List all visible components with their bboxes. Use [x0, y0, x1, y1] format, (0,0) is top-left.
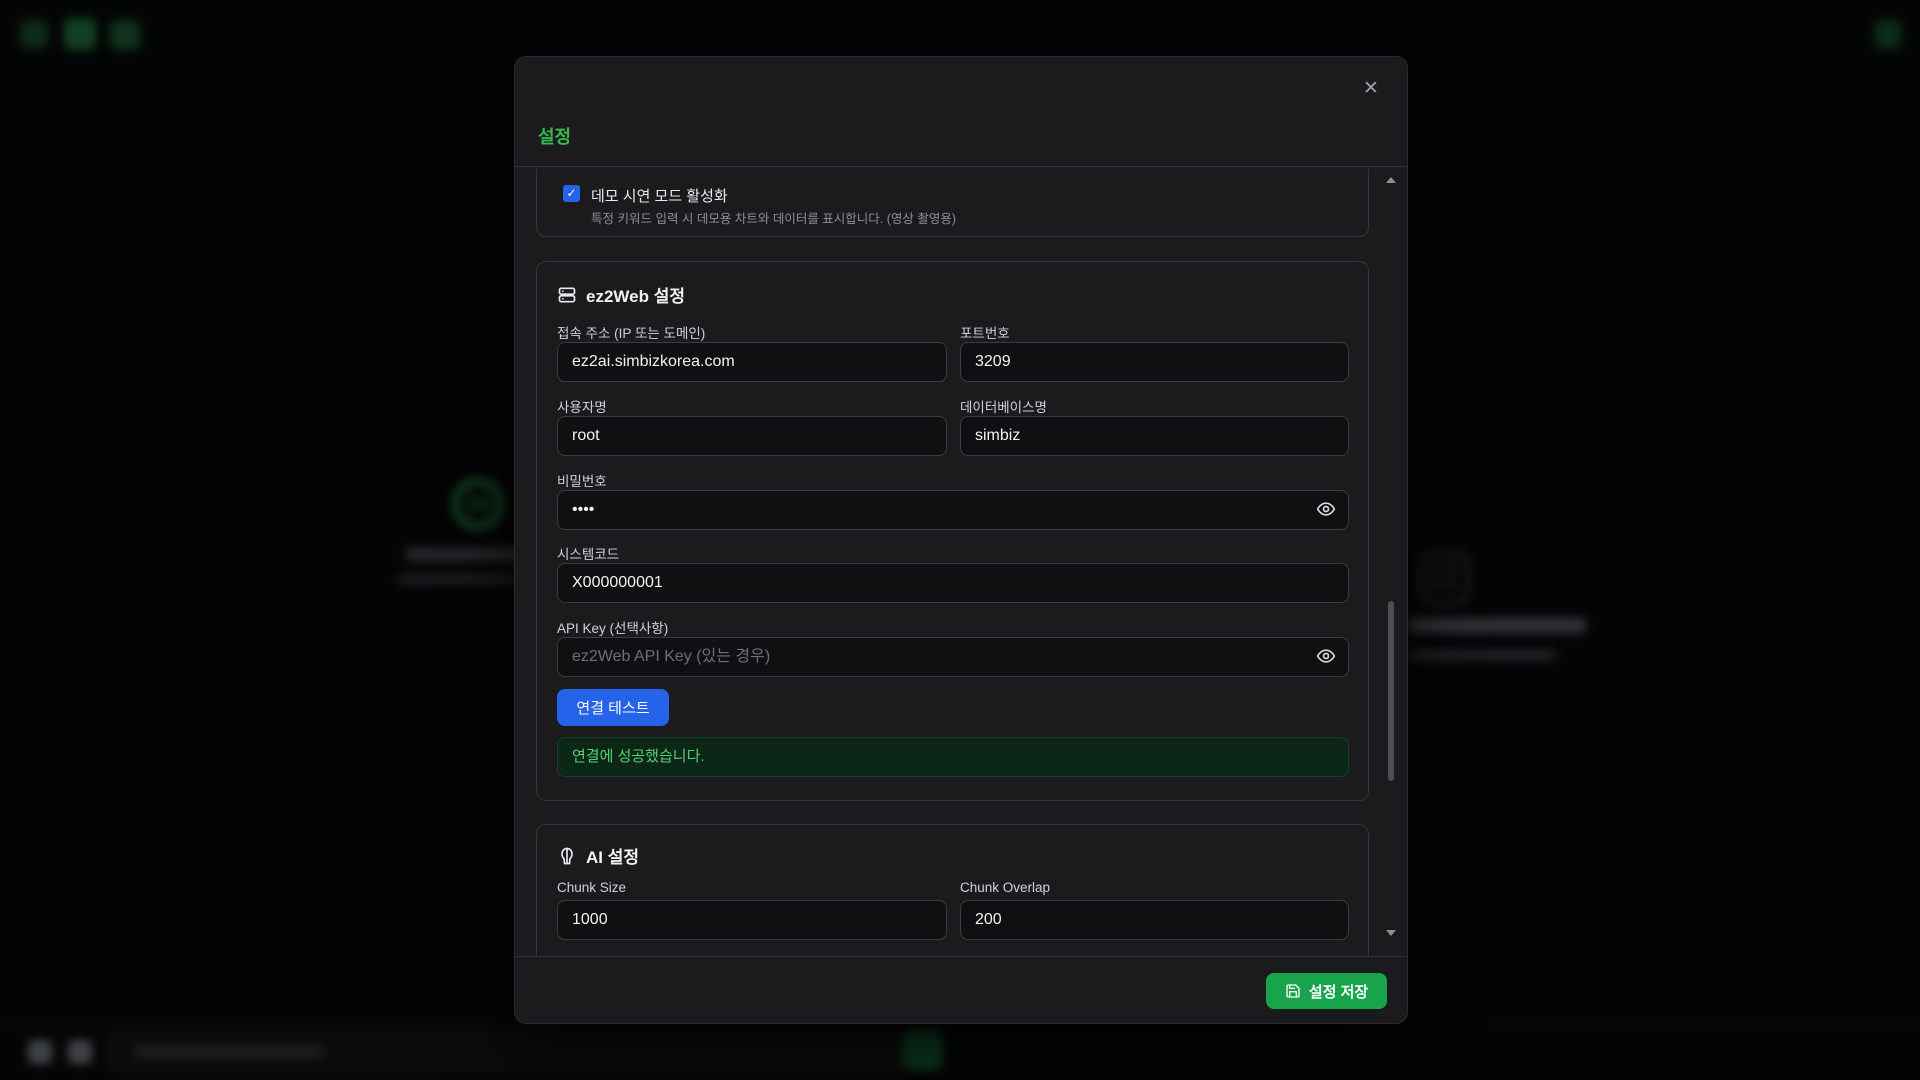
api-key-eye-icon[interactable]: [1313, 644, 1339, 670]
demo-mode-section: ✓ 데모 시연 모드 활성화 특정 키워드 입력 시 데모용 차트와 데이터를 …: [536, 169, 1369, 237]
close-icon[interactable]: ✕: [1357, 75, 1385, 103]
scrollbar-down-arrow-icon[interactable]: [1386, 930, 1396, 936]
scrollbar-thumb[interactable]: [1388, 601, 1394, 781]
save-settings-button[interactable]: 설정 저장: [1266, 973, 1387, 1009]
connection-test-button[interactable]: 연결 테스트: [557, 689, 669, 726]
username-label: 사용자명: [557, 396, 607, 416]
scrollbar-up-arrow-icon[interactable]: [1386, 177, 1396, 183]
settings-modal: ✕ 설정 ✓ 데모 시연 모드 활성화 특정 키워드 입력 시 데모용 차트와 …: [514, 56, 1408, 1024]
ai-settings-section: AI 설정 Chunk Size Chunk Overlap: [536, 824, 1369, 956]
header-divider: [515, 166, 1407, 167]
system-code-input[interactable]: [557, 563, 1349, 603]
ai-section-header: AI 설정: [557, 843, 639, 868]
chunk-overlap-input[interactable]: [960, 900, 1349, 940]
connection-success-message: 연결에 성공했습니다.: [557, 737, 1349, 777]
port-label: 포트번호: [960, 322, 1010, 342]
system-code-label: 시스템코드: [557, 543, 619, 563]
ez2web-section-title: ez2Web 설정: [586, 282, 685, 307]
save-settings-label: 설정 저장: [1309, 981, 1368, 1002]
demo-mode-description: 특정 키워드 입력 시 데모용 차트와 데이터를 표시합니다. (영상 촬영용): [591, 208, 956, 227]
chunk-size-label: Chunk Size: [557, 880, 626, 895]
port-input[interactable]: [960, 342, 1349, 382]
server-icon: [557, 285, 577, 305]
api-key-input[interactable]: [557, 637, 1349, 677]
username-input[interactable]: [557, 416, 947, 456]
ez2web-settings-section: ez2Web 설정 접속 주소 (IP 또는 도메인) 포트번호 사용자명 데이…: [536, 261, 1369, 801]
chunk-overlap-label: Chunk Overlap: [960, 880, 1050, 895]
ai-section-title: AI 설정: [586, 843, 639, 868]
database-input[interactable]: [960, 416, 1349, 456]
demo-mode-label[interactable]: 데모 시연 모드 활성화: [591, 185, 728, 206]
chunk-size-input[interactable]: [557, 900, 947, 940]
settings-scroll-area: ✓ 데모 시연 모드 활성화 특정 키워드 입력 시 데모용 차트와 데이터를 …: [515, 169, 1409, 956]
footer-divider: [515, 956, 1407, 957]
password-label: 비밀번호: [557, 470, 607, 490]
password-input[interactable]: [557, 490, 1349, 530]
host-label: 접속 주소 (IP 또는 도메인): [557, 322, 705, 342]
save-icon: [1285, 983, 1301, 999]
database-label: 데이터베이스명: [960, 396, 1047, 416]
api-key-label: API Key (선택사항): [557, 617, 668, 637]
modal-title: 설정: [538, 123, 571, 149]
demo-mode-checkbox[interactable]: ✓: [563, 185, 580, 202]
brain-icon: [557, 846, 577, 866]
app-screen: ✕ 설정 ✓ 데모 시연 모드 활성화 특정 키워드 입력 시 데모용 차트와 …: [0, 0, 1920, 1080]
password-eye-icon[interactable]: [1313, 497, 1339, 523]
host-input[interactable]: [557, 342, 947, 382]
ez2web-section-header: ez2Web 설정: [557, 282, 685, 307]
